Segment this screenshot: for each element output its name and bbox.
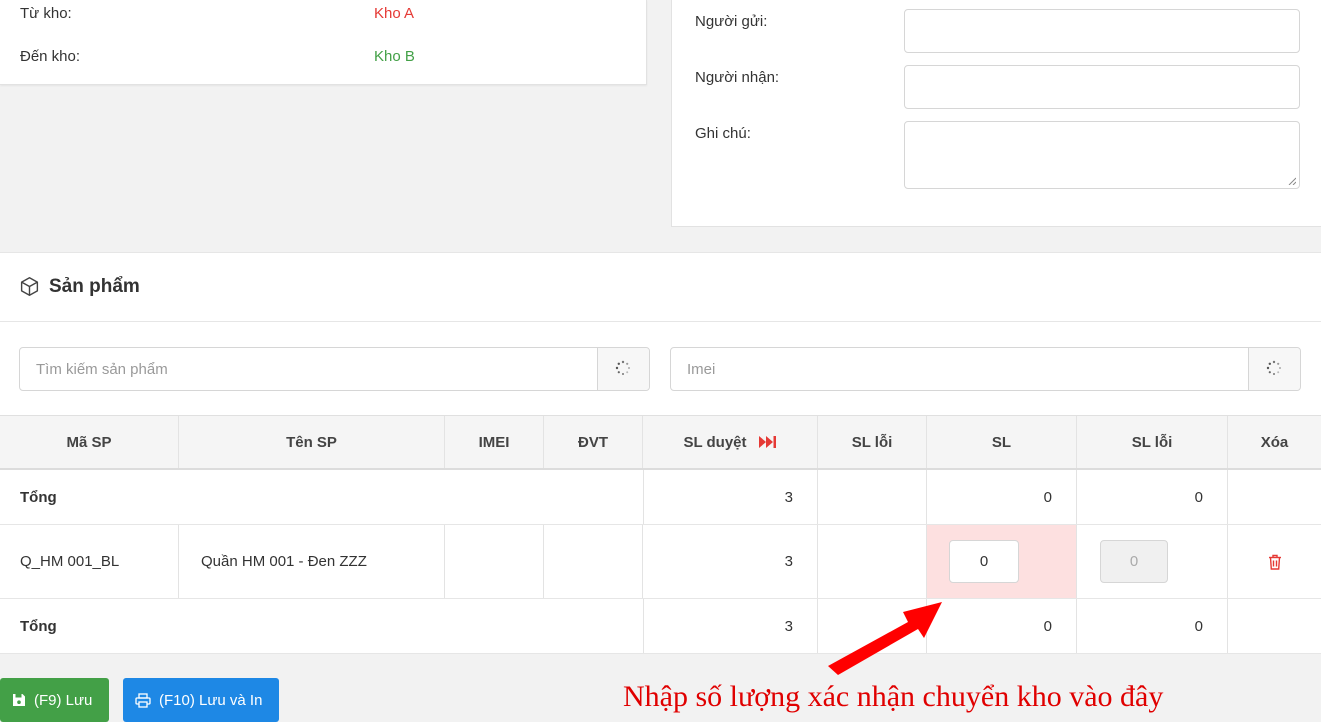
product-unit — [544, 525, 643, 598]
product-defect-qty-cell: 0 — [1077, 525, 1228, 598]
products-section: Sản phẩm Tìm kiếm sản phẩm Imei Mã SP Tê… — [0, 252, 1321, 654]
total-qty: 0 — [927, 470, 1077, 524]
col-header-defect-qty: SL lỗi — [1077, 416, 1228, 468]
transfer-form-card: Người gửi: Người nhận: Ghi chú: — [671, 0, 1321, 227]
table-header-row: Mã SP Tên SP IMEI ĐVT SL duyệt SL lỗi SL… — [0, 415, 1321, 470]
product-qty-cell: 0 — [927, 525, 1077, 598]
total-defect-qty: 0 — [1077, 599, 1228, 653]
product-imei — [445, 525, 544, 598]
product-defect-approved — [818, 525, 927, 598]
total-defect-approved — [818, 470, 927, 524]
annotation-text: Nhập số lượng xác nhận chuyển kho vào đâ… — [623, 680, 1164, 713]
product-search-addon[interactable] — [597, 348, 649, 390]
to-warehouse-value: Kho B — [374, 48, 415, 65]
table-row: Q_HM 001_BL Quần HM 001 - Đen ZZZ 3 0 0 — [0, 525, 1321, 599]
total-label: Tổng — [20, 488, 57, 506]
receiver-input[interactable] — [904, 65, 1300, 109]
from-warehouse-value: Kho A — [374, 5, 415, 22]
spinner-icon — [1266, 360, 1281, 375]
qty-input[interactable]: 0 — [949, 540, 1019, 583]
total-row-bottom: Tổng 3 0 0 — [0, 599, 1321, 654]
imei-search-addon[interactable] — [1248, 348, 1300, 390]
save-and-print-button[interactable]: (F10) Lưu và In — [123, 678, 279, 722]
save-button-label: (F9) Lưu — [34, 691, 93, 709]
annotation-arrow-icon — [828, 602, 942, 675]
total-row-top: Tổng 3 0 0 — [0, 470, 1321, 525]
total-label: Tổng — [20, 617, 57, 635]
col-header-unit: ĐVT — [544, 416, 643, 468]
products-title: Sản phẩm — [49, 276, 140, 297]
total-defect-qty: 0 — [1077, 470, 1228, 524]
trash-icon[interactable] — [1268, 554, 1282, 570]
imei-search-input[interactable]: Imei — [670, 347, 1301, 391]
spinner-icon — [615, 360, 630, 375]
floppy-disk-icon — [13, 694, 25, 706]
imei-search-placeholder: Imei — [687, 361, 716, 378]
col-header-defect-approved: SL lỗi — [818, 416, 927, 468]
col-header-approved-qty: SL duyệt — [643, 416, 818, 468]
to-warehouse-label: Đến kho: — [20, 48, 81, 65]
delete-cell — [1228, 525, 1321, 598]
col-header-imei: IMEI — [445, 416, 544, 468]
sender-input[interactable] — [904, 9, 1300, 53]
product-code: Q_HM 001_BL — [0, 525, 179, 598]
save-button[interactable]: (F9) Lưu — [0, 678, 109, 722]
receiver-label: Người nhận: — [695, 69, 780, 86]
resize-grip-icon[interactable] — [1288, 177, 1296, 185]
save-and-print-button-label: (F10) Lưu và In — [159, 691, 263, 709]
note-label: Ghi chú: — [695, 125, 751, 142]
sender-label: Người gửi: — [695, 13, 768, 30]
col-header-delete: Xóa — [1260, 433, 1289, 451]
from-warehouse-label: Từ kho: — [20, 5, 72, 22]
defect-qty-input: 0 — [1100, 540, 1168, 583]
product-search-input[interactable]: Tìm kiếm sản phẩm — [19, 347, 650, 391]
product-name: Quần HM 001 - Đen ZZZ — [179, 525, 445, 598]
col-header-name: Tên SP — [179, 416, 445, 468]
total-approved-qty: 3 — [643, 470, 818, 524]
products-header: Sản phẩm — [0, 253, 1321, 322]
note-textarea[interactable] — [904, 121, 1300, 189]
box-icon — [20, 277, 39, 296]
col-header-code: Mã SP — [0, 416, 179, 468]
fast-forward-icon[interactable] — [758, 436, 777, 448]
product-approved-qty: 3 — [643, 525, 818, 598]
col-header-approved-qty-label: SL duyệt — [683, 433, 747, 451]
printer-icon — [135, 692, 151, 708]
total-approved-qty: 3 — [643, 599, 818, 653]
product-search-placeholder: Tìm kiếm sản phẩm — [36, 361, 168, 378]
transfer-info-card: Từ kho: Kho A Đến kho: Kho B — [0, 0, 647, 85]
col-header-qty: SL — [927, 416, 1077, 468]
